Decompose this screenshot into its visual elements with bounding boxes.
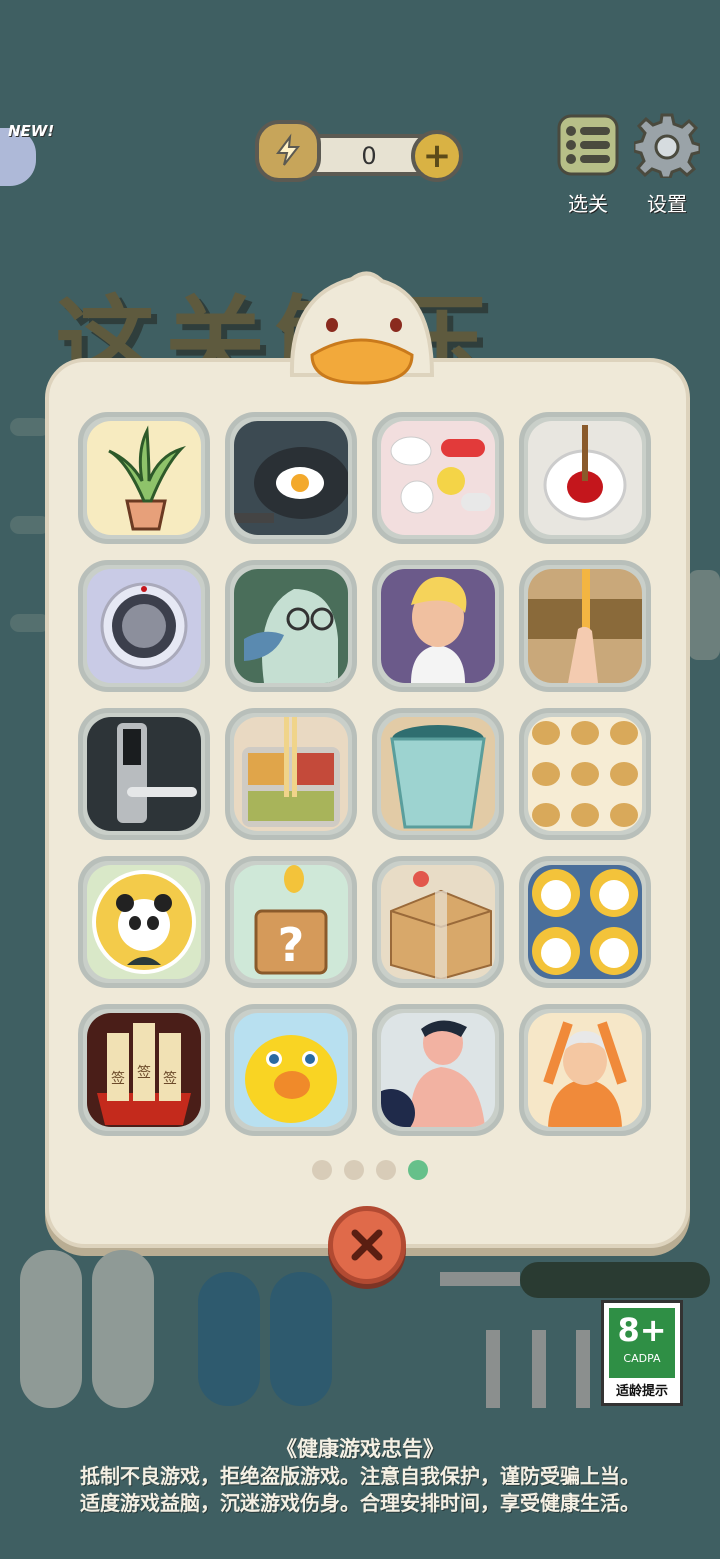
svg-text:?: ?	[278, 918, 305, 972]
page-indicator	[312, 1160, 428, 1180]
duck-head-icon	[272, 265, 452, 395]
level-card[interactable]	[78, 856, 210, 988]
settings-button[interactable]: 设置	[627, 112, 707, 217]
close-button[interactable]	[328, 1206, 406, 1284]
screws-icon	[476, 1330, 606, 1410]
blond-man-icon	[411, 576, 467, 683]
level-card[interactable]	[519, 412, 651, 544]
level-card[interactable]	[519, 1004, 651, 1136]
question-block-icon: ?	[254, 865, 328, 975]
level-card[interactable]	[78, 708, 210, 840]
pills-icon	[390, 436, 491, 514]
level-card[interactable]	[372, 856, 504, 988]
level-card[interactable]	[225, 560, 357, 692]
level-card[interactable]	[519, 856, 651, 988]
fortune-stick-label: 签	[137, 1064, 151, 1081]
screwdriver-icon	[440, 1260, 710, 1300]
muscle-man-icon	[381, 1020, 485, 1127]
cardboard-box-icon	[390, 871, 492, 979]
dial-icon	[100, 582, 188, 670]
pan-icon	[234, 447, 348, 523]
level-card[interactable]	[372, 708, 504, 840]
level-select-label: 选关	[568, 192, 608, 216]
new-tag: NEW!	[8, 122, 55, 140]
trash-can-icon	[390, 725, 486, 829]
advisory-line-1: 抵制不良游戏，拒绝盗版游戏。注意自我保护，谨防受骗上当。	[80, 1464, 640, 1488]
settings-label: 设置	[647, 192, 687, 216]
fortune-stick-label: 签	[163, 1070, 177, 1087]
slippers-icon	[18, 1240, 158, 1410]
level-card[interactable]: ?	[225, 856, 357, 988]
fortune-stick-label: 签	[111, 1070, 125, 1087]
bird-icon	[244, 589, 338, 683]
age-rating-org: CADPA	[623, 1352, 661, 1365]
coin-bar: 0 +	[255, 120, 465, 186]
level-card[interactable]	[225, 708, 357, 840]
background-hook	[10, 418, 50, 436]
level-card[interactable]	[519, 560, 651, 692]
page-dot[interactable]	[344, 1160, 364, 1180]
background-hook	[10, 516, 50, 534]
level-card[interactable]	[372, 560, 504, 692]
age-rating-label: 适龄提示	[615, 1384, 668, 1399]
page-dot[interactable]	[376, 1160, 396, 1180]
level-grid: ? 签 签 签	[78, 412, 658, 1136]
gear-icon	[632, 113, 702, 180]
coin-count: 0	[361, 142, 377, 170]
bento-icon	[242, 717, 340, 827]
level-select-button[interactable]: 选关	[548, 112, 628, 217]
add-coin-button[interactable]: +	[411, 130, 463, 182]
advisory-title: 《健康游戏忠告》	[276, 1437, 444, 1461]
bolt-icon	[255, 120, 321, 182]
hamster-pattern-icon	[532, 721, 638, 827]
pencil-finger-icon	[528, 569, 642, 683]
background-hook	[10, 614, 50, 632]
level-card[interactable]	[225, 1004, 357, 1136]
page-dot[interactable]	[312, 1160, 332, 1180]
page-dot-active[interactable]	[408, 1160, 428, 1180]
level-card[interactable]	[372, 1004, 504, 1136]
level-card[interactable]	[519, 708, 651, 840]
close-icon	[351, 1229, 383, 1261]
list-icon	[557, 114, 619, 176]
age-rating-value: 8+	[617, 1311, 667, 1349]
door-lock-icon	[117, 723, 197, 823]
plant-icon	[108, 425, 187, 531]
panda-plate-icon	[92, 870, 196, 974]
level-card[interactable]	[225, 412, 357, 544]
plunger-icon	[543, 425, 627, 521]
health-advisory: 《健康游戏忠告》 抵制不良游戏，拒绝盗版游戏。注意自我保护，谨防受骗上当。 适度…	[0, 1436, 720, 1517]
level-card[interactable]: 签签签	[78, 1004, 210, 1136]
rubber-duck-icon	[245, 1035, 337, 1123]
level-card[interactable]	[372, 412, 504, 544]
panda-pattern-icon	[532, 869, 638, 975]
kids-slippers-icon	[196, 1268, 336, 1408]
advisory-line-2: 适度游戏益脑，沉迷游戏伤身。合理安排时间，享受健康生活。	[80, 1491, 640, 1515]
age-rating-badge: 8+ CADPA 适龄提示	[601, 1300, 683, 1406]
background-tool	[688, 570, 720, 660]
fortune-sticks-icon: 签签签	[97, 1023, 191, 1125]
level-card[interactable]	[78, 412, 210, 544]
level-card[interactable]	[78, 560, 210, 692]
grandma-icon	[543, 1021, 627, 1127]
